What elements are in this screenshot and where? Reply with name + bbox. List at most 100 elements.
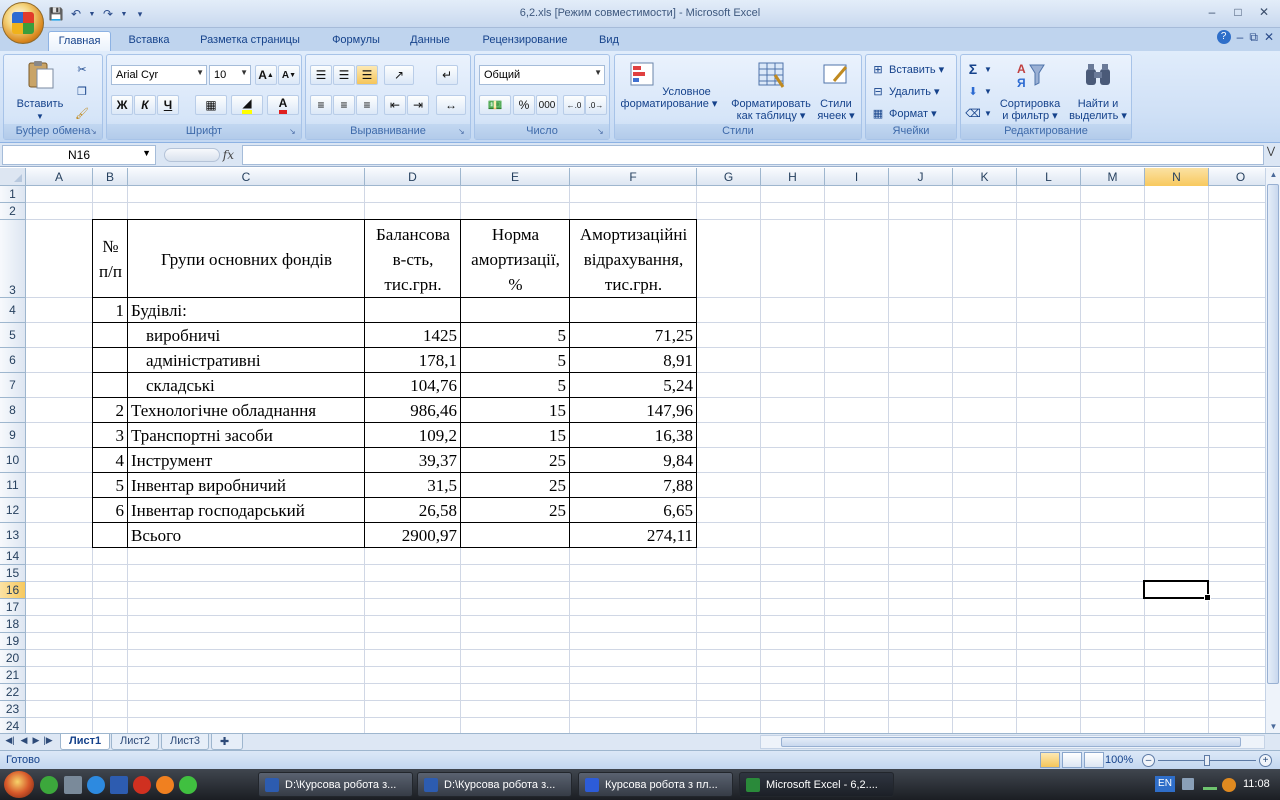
cell-rate[interactable]: 5 xyxy=(461,323,570,348)
cell-balance[interactable]: 986,46 xyxy=(365,398,461,423)
scroll-down-icon[interactable]: ▼ xyxy=(1268,722,1279,731)
align-bottom-button[interactable]: ☰ xyxy=(356,65,378,85)
cell-rate[interactable]: 15 xyxy=(461,398,570,423)
cell-balance[interactable]: 2900,97 xyxy=(365,523,461,548)
name-box[interactable]: N16 ▼ xyxy=(2,145,156,165)
percent-button[interactable]: % xyxy=(513,95,535,115)
cell-deduction[interactable]: 147,96 xyxy=(570,398,697,423)
cell-group-name[interactable]: виробничі xyxy=(128,323,365,348)
header-group[interactable]: Групи основних фондів xyxy=(128,220,365,298)
clipboard-launcher-icon[interactable]: ↘ xyxy=(90,127,100,137)
tab-insert[interactable]: Вставка xyxy=(118,31,180,51)
font-name-select[interactable]: Arial Cyr ▼ xyxy=(111,65,207,85)
opera-icon[interactable] xyxy=(133,776,151,794)
zoom-knob[interactable] xyxy=(1204,755,1210,766)
currency-button[interactable]: 💵 xyxy=(479,95,511,115)
firefox-icon[interactable] xyxy=(156,776,174,794)
increase-indent-button[interactable]: ⇥ xyxy=(407,95,429,115)
row-header-24[interactable]: 24 xyxy=(0,718,26,733)
sort-filter-button[interactable]: AЯ Сортировка и фильтр ▾ xyxy=(995,59,1065,122)
tray-icon-1[interactable] xyxy=(1182,778,1194,790)
taskbar-item-4[interactable]: Microsoft Excel - 6,2.... xyxy=(739,772,894,797)
fill-button[interactable]: ⬇ ▼ xyxy=(965,81,992,101)
cell-group-name[interactable]: Інвентар господарський xyxy=(128,498,365,523)
grow-font-button[interactable]: A ▲ xyxy=(255,65,277,85)
quicklaunch-icon-2[interactable] xyxy=(64,776,82,794)
cell-group-name[interactable]: Інструмент xyxy=(128,448,365,473)
cell-deduction[interactable]: 71,25 xyxy=(570,323,697,348)
zoom-out-icon[interactable]: – xyxy=(1142,754,1155,767)
cell-styles-button[interactable]: Стили ячеек ▾ xyxy=(813,59,859,122)
quicklaunch-icon-4[interactable] xyxy=(110,776,128,794)
row-header-15[interactable]: 15 xyxy=(0,565,26,582)
cell-number[interactable] xyxy=(93,373,128,398)
cell-group-name[interactable]: Технологічне обладнання xyxy=(128,398,365,423)
horizontal-scrollbar[interactable] xyxy=(760,735,1265,749)
cell-group-name[interactable]: адміністративні xyxy=(128,348,365,373)
borders-button[interactable]: ▦ xyxy=(195,95,227,115)
zoom-in-icon[interactable]: + xyxy=(1259,754,1272,767)
alignment-launcher-icon[interactable]: ↘ xyxy=(458,127,468,137)
vertical-scroll-thumb[interactable] xyxy=(1267,184,1279,684)
font-color-button[interactable]: A xyxy=(267,95,299,115)
autosum-button[interactable]: Σ ▼ xyxy=(965,59,992,79)
row-header-19[interactable]: 19 xyxy=(0,633,26,650)
vertical-scrollbar[interactable]: ▲ ▼ xyxy=(1265,168,1280,733)
number-format-select[interactable]: Общий ▼ xyxy=(479,65,605,85)
cell-balance[interactable] xyxy=(365,298,461,323)
header-number[interactable]: № п/п xyxy=(93,220,128,298)
row-header-23[interactable]: 23 xyxy=(0,701,26,718)
cell-rate[interactable]: 25 xyxy=(461,498,570,523)
office-button[interactable] xyxy=(2,2,44,44)
row-header-18[interactable]: 18 xyxy=(0,616,26,633)
ribbon-minimize-icon[interactable]: – xyxy=(1237,30,1244,45)
header-rate[interactable]: Норма амортизації,% xyxy=(461,220,570,298)
ribbon-restore-icon[interactable]: ⧉ xyxy=(1249,30,1258,45)
insert-sheet-button[interactable]: ✚ xyxy=(211,734,243,750)
font-size-select[interactable]: 10 ▼ xyxy=(209,65,251,85)
paste-button[interactable]: Вставить ▼ xyxy=(12,59,68,123)
row-header-7[interactable]: 7 xyxy=(0,373,26,398)
last-sheet-icon[interactable]: |▶ xyxy=(42,735,54,749)
page-break-view-button[interactable] xyxy=(1084,752,1104,768)
cell-balance[interactable]: 26,58 xyxy=(365,498,461,523)
column-header-I[interactable]: I xyxy=(825,168,889,186)
next-sheet-icon[interactable]: ▶ xyxy=(30,735,42,749)
language-indicator[interactable]: EN xyxy=(1155,776,1175,792)
cell-number[interactable]: 5 xyxy=(93,473,128,498)
column-header-O[interactable]: O xyxy=(1209,168,1265,186)
worksheet-grid[interactable]: ABCDEFGHIJKLMNO 1 2 3 4 5 6 7 8 9 10 11 12 13 14 15 16 1… xyxy=(0,168,1265,733)
column-header-J[interactable]: J xyxy=(889,168,953,186)
close-button[interactable]: ✕ xyxy=(1252,3,1276,21)
help-icon[interactable]: ? xyxy=(1216,30,1231,44)
format-painter-icon[interactable]: 🖌 xyxy=(74,105,90,121)
page-layout-view-button[interactable] xyxy=(1062,752,1082,768)
increase-decimal-button[interactable]: ←.0 xyxy=(563,95,585,115)
font-launcher-icon[interactable]: ↘ xyxy=(289,127,299,137)
cell-group-name[interactable]: складські xyxy=(128,373,365,398)
delete-cells-button[interactable]: ⊟ Удалить ▾ xyxy=(870,81,939,101)
cell-rate[interactable]: 15 xyxy=(461,423,570,448)
quicklaunch-icon-7[interactable] xyxy=(179,776,197,794)
cell-number[interactable] xyxy=(93,323,128,348)
row-header-2[interactable]: 2 xyxy=(0,203,26,220)
tab-formulas[interactable]: Формулы xyxy=(322,31,390,51)
insert-cells-button[interactable]: ⊞ Вставить ▾ xyxy=(870,59,944,79)
wrap-text-button[interactable]: ↵ xyxy=(436,65,458,85)
tab-data[interactable]: Данные xyxy=(400,31,460,51)
cell-rate[interactable] xyxy=(461,523,570,548)
column-header-B[interactable]: B xyxy=(93,168,128,186)
cell-group-name[interactable]: Будівлі: xyxy=(128,298,365,323)
format-as-table-button[interactable]: Форматировать как таблицу ▾ xyxy=(723,59,819,122)
cell-rate[interactable]: 25 xyxy=(461,473,570,498)
copy-icon[interactable]: ❐ xyxy=(74,83,90,99)
bold-button[interactable]: Ж xyxy=(111,95,133,115)
cell-rate[interactable]: 25 xyxy=(461,448,570,473)
row-header-16[interactable]: 16 xyxy=(0,582,26,599)
conditional-formatting-button[interactable]: Условное форматирование ▾ xyxy=(617,59,721,110)
scroll-up-icon[interactable]: ▲ xyxy=(1268,170,1279,179)
ie-icon[interactable] xyxy=(87,776,105,794)
column-header-N[interactable]: N xyxy=(1145,168,1209,186)
find-select-button[interactable]: Найти и выделить ▾ xyxy=(1067,59,1129,122)
cell-deduction[interactable] xyxy=(570,298,697,323)
